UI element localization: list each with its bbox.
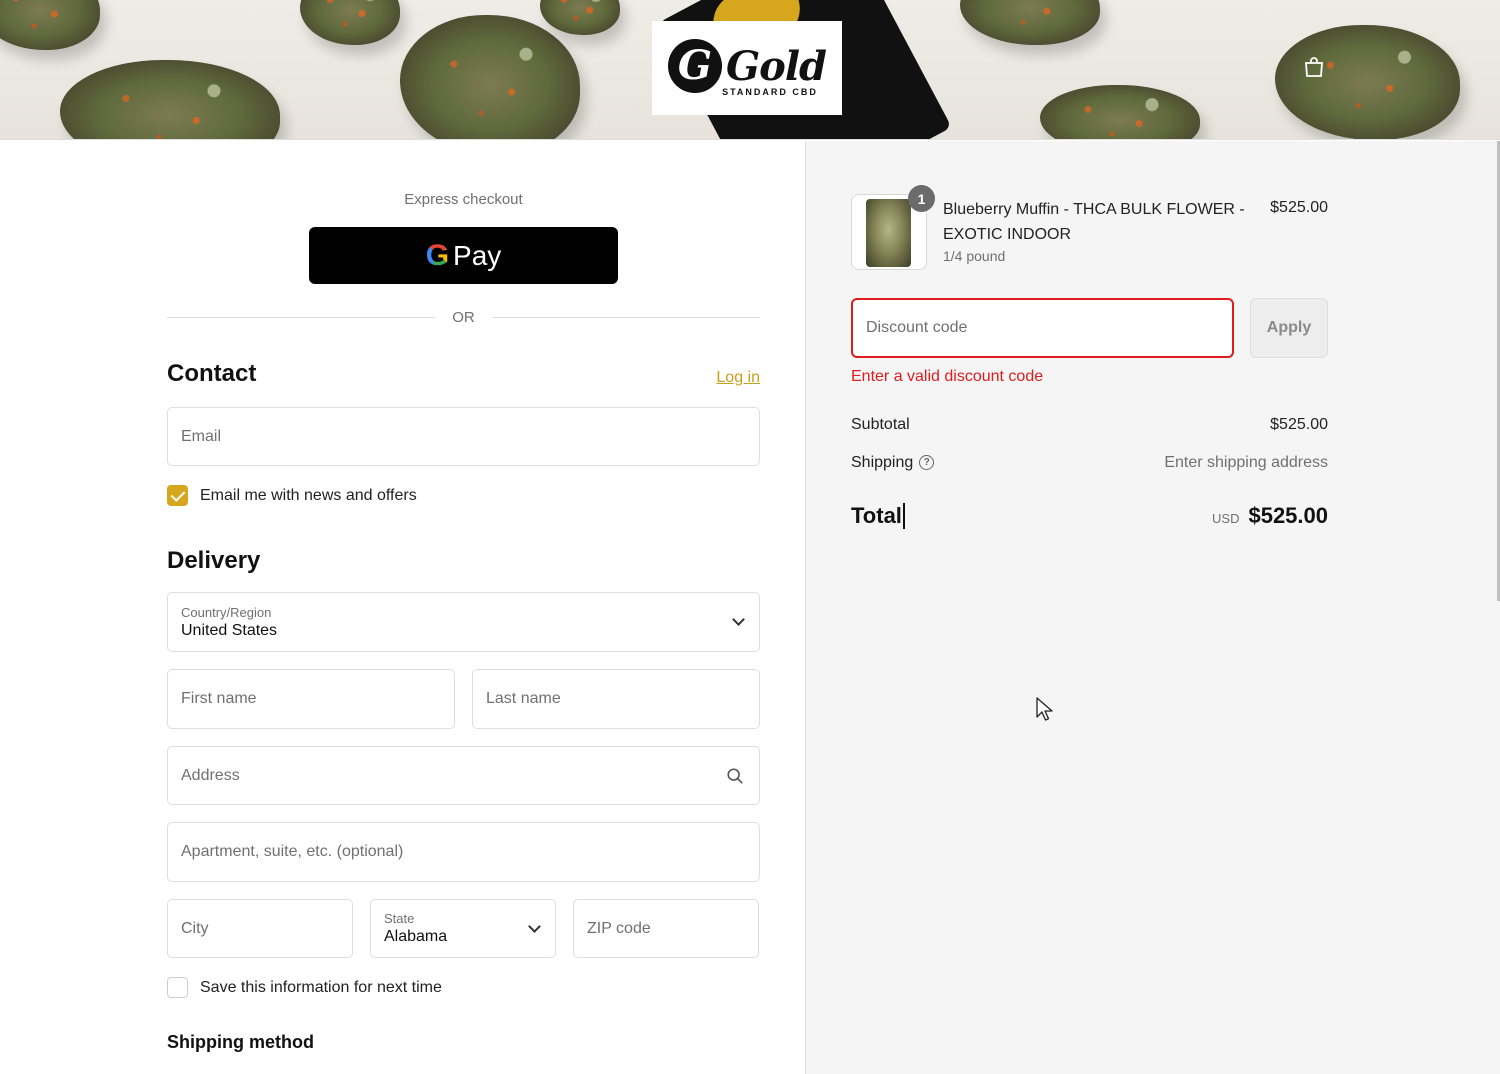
first-name-field[interactable]: First name [167, 669, 455, 729]
or-divider: OR [167, 306, 760, 328]
subtotal-value: $525.00 [1270, 416, 1328, 433]
address-field[interactable]: Address [167, 746, 760, 805]
save-info-label: Save this information for next time [200, 978, 442, 996]
quantity-badge: 1 [908, 185, 935, 212]
shipping-label: Shipping [851, 454, 914, 471]
state-label: State [384, 911, 415, 926]
google-pay-button[interactable]: G Pay [309, 227, 618, 284]
product-thumbnail: 1 [851, 185, 935, 270]
google-pay-label: Pay [453, 239, 502, 271]
last-name-placeholder: Last name [486, 690, 561, 707]
last-name-field[interactable]: Last name [472, 669, 760, 729]
address-placeholder: Address [181, 766, 240, 784]
banner-image-bud [0, 0, 100, 50]
apply-discount-button[interactable]: Apply [1250, 298, 1328, 358]
city-field[interactable]: City [167, 899, 353, 958]
subtotal-label: Subtotal [851, 416, 910, 433]
zip-field[interactable]: ZIP code [573, 899, 759, 958]
shipping-row: Shipping? Enter shipping address [851, 454, 1328, 472]
banner-image-bud [300, 0, 400, 45]
currency-code: USD [1212, 511, 1240, 526]
news-checkbox-row[interactable]: Email me with news and offers [167, 485, 417, 506]
logo-subtitle: STANDARD CBD [722, 87, 818, 97]
banner-image-bud [1040, 85, 1200, 139]
checkout-form-column: Express checkout G Pay OR Contact Log in… [0, 141, 806, 1074]
logo-monogram: G [667, 39, 722, 93]
country-value: United States [181, 621, 278, 639]
first-name-placeholder: First name [181, 690, 257, 707]
city-placeholder: City [181, 919, 209, 937]
product-image [866, 199, 911, 267]
total-value: $525.00 [1248, 503, 1328, 528]
save-info-checkbox-row[interactable]: Save this information for next time [167, 977, 442, 998]
help-icon[interactable]: ? [919, 455, 935, 471]
apartment-field[interactable]: Apartment, suite, etc. (optional) [167, 822, 760, 882]
state-value: Alabama [384, 928, 448, 945]
discount-code-placeholder: Discount code [866, 319, 968, 336]
banner-image-bud [960, 0, 1100, 45]
store-logo[interactable]: G Gold STANDARD CBD [652, 21, 842, 115]
banner-image-bud [60, 60, 280, 139]
search-icon [727, 767, 743, 784]
order-summary-column: 1 Blueberry Muffin - THCA BULK FLOWER - … [806, 141, 1500, 1074]
banner-image-bud [540, 0, 620, 35]
news-checkbox[interactable] [167, 485, 188, 506]
contact-heading: Contact [167, 360, 257, 387]
country-label: Country/Region [181, 604, 272, 620]
apartment-placeholder: Apartment, suite, etc. (optional) [181, 843, 404, 860]
news-checkbox-label: Email me with news and offers [200, 486, 417, 504]
express-checkout-label: Express checkout [404, 191, 523, 208]
discount-error-message: Enter a valid discount code [851, 368, 1044, 385]
mouse-pointer-icon [1036, 697, 1053, 721]
country-select[interactable]: Country/Region United States [167, 592, 760, 652]
login-link[interactable]: Log in [700, 369, 760, 387]
state-select[interactable]: State Alabama [370, 899, 556, 958]
shopping-bag-icon[interactable] [1302, 55, 1326, 79]
google-g-icon: G [425, 238, 450, 272]
discount-code-field[interactable]: Discount code [851, 298, 1234, 358]
email-field[interactable]: Email [167, 407, 760, 466]
email-placeholder: Email [181, 427, 222, 445]
zip-placeholder: ZIP code [587, 919, 651, 937]
delivery-heading: Delivery [167, 547, 261, 574]
product-variant: 1/4 pound [943, 248, 1006, 264]
banner-image-bud [400, 15, 580, 139]
shipping-method-heading: Shipping method [167, 1032, 314, 1052]
shipping-value: Enter shipping address [1164, 454, 1328, 471]
save-info-checkbox[interactable] [167, 977, 188, 998]
total-row: Total USD $525.00 [851, 503, 1328, 529]
header-banner: G Gold STANDARD CBD [0, 0, 1500, 140]
subtotal-row: Subtotal $525.00 [851, 416, 1328, 434]
product-price: $525.00 [1270, 199, 1328, 216]
banner-image-bud [1275, 25, 1460, 139]
product-title: Blueberry Muffin - THCA BULK FLOWER - EX… [943, 201, 1245, 243]
total-label: Total [851, 503, 905, 529]
logo-wordmark: Gold [725, 42, 827, 90]
or-label: OR [452, 308, 475, 326]
